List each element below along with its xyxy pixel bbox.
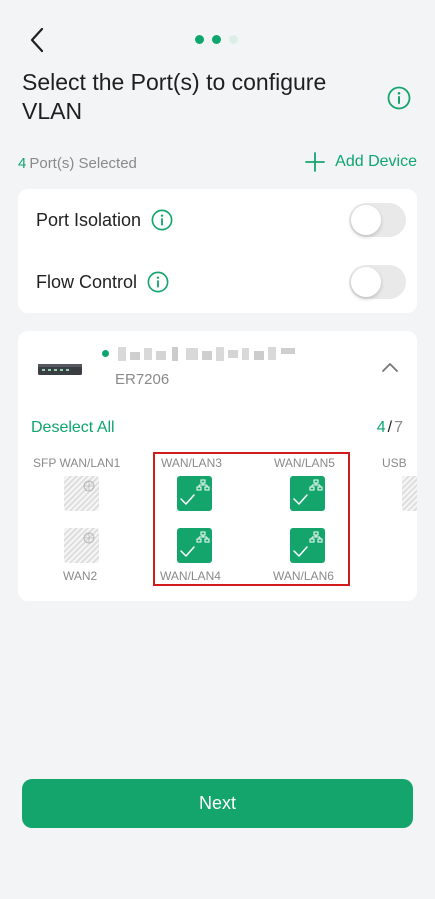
port-usb[interactable] [402,476,417,511]
flow-control-toggle[interactable] [349,265,406,299]
port-wan-lan6[interactable] [290,528,325,563]
chevron-up-icon[interactable] [381,361,399,373]
port-wan2[interactable] [64,528,99,563]
step-indicator [195,35,238,44]
port-isolation-row: Port Isolation [18,189,417,251]
network-check-icon [293,479,323,505]
globe-icon [83,532,95,544]
port-sfp-wan-lan1[interactable] [64,476,99,511]
port-label: WAN/LAN3 [161,456,222,470]
device-name-obscured [118,345,298,363]
port-isolation-label: Port Isolation [36,209,142,230]
port-selection-count: 4/7 [377,419,403,437]
back-chevron-icon[interactable] [26,26,50,54]
globe-icon [83,480,95,492]
device-model: ER7206 [115,371,170,388]
deselect-all-button[interactable]: Deselect All [31,419,115,437]
port-label: WAN/LAN6 [273,569,334,583]
port-label: USB [382,456,407,470]
add-device-button[interactable]: Add Device [305,152,417,172]
total-port-count: 7 [394,419,403,436]
port-isolation-info-icon[interactable] [151,209,173,231]
step-dot-1 [195,35,204,44]
device-card: ER7206 Deselect All 4/7 SFP WAN/LAN1 WAN… [18,331,417,601]
flow-control-label: Flow Control [36,271,138,292]
port-label: SFP WAN/LAN1 [33,456,121,470]
network-check-icon [293,531,323,557]
port-wan-lan3[interactable] [177,476,212,511]
toggle-knob [351,267,381,297]
flow-control-row: Flow Control [18,251,417,313]
selected-count-label: Port(s) Selected [29,155,137,172]
info-icon[interactable] [387,86,411,110]
selected-count: 4 [18,155,27,172]
port-label: WAN/LAN4 [160,569,221,583]
router-icon [38,364,82,375]
port-panel: SFP WAN/LAN1 WAN/LAN3 WAN/LAN5 USB WAN2 … [18,451,417,591]
port-settings-card: Port Isolation Flow Control [18,189,417,313]
step-dot-3 [229,35,238,44]
port-wan-lan5[interactable] [290,476,325,511]
step-dot-2 [212,35,221,44]
add-device-label: Add Device [335,153,417,170]
toggle-knob [351,205,381,235]
network-check-icon [180,479,210,505]
selected-port-count: 4 [376,419,386,436]
selected-ports-summary: 4 Port(s) Selected [18,155,137,172]
plus-icon [305,152,326,172]
port-isolation-toggle[interactable] [349,203,406,237]
port-label: WAN/LAN5 [274,456,335,470]
port-label: WAN2 [63,569,98,583]
port-wan-lan4[interactable] [177,528,212,563]
selection-highlight [153,452,350,586]
flow-control-info-icon[interactable] [147,271,169,293]
device-status-dot [102,350,109,357]
next-button[interactable]: Next [22,779,413,828]
count-separator: / [387,419,393,436]
network-check-icon [180,531,210,557]
page-title: Select the Port(s) to configure VLAN [22,69,327,124]
